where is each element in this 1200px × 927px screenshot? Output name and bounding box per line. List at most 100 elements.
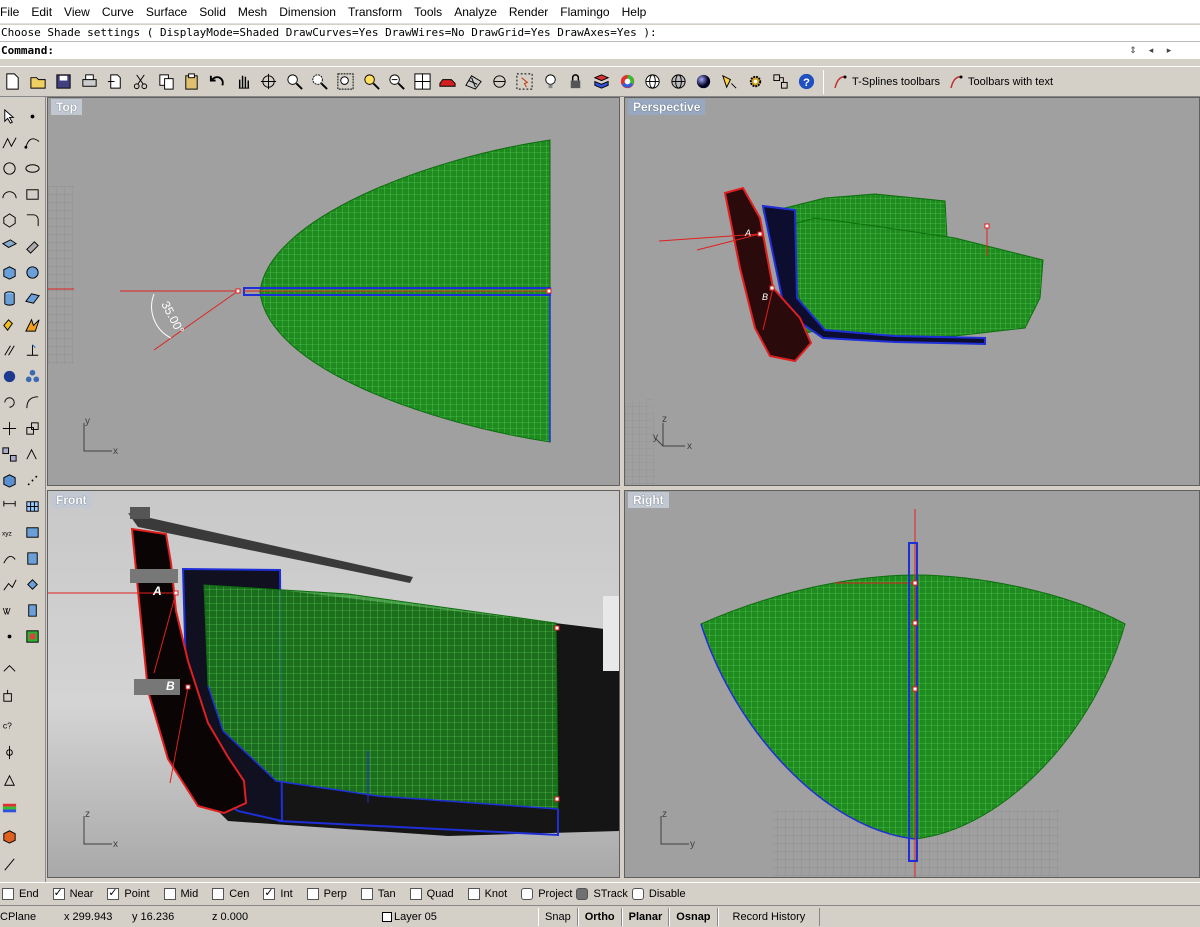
- osnap-strack[interactable]: STrack: [576, 887, 628, 900]
- toolbars-with-text-button[interactable]: Toolbars with text: [944, 70, 1057, 94]
- osnap-near[interactable]: Near: [52, 886, 93, 900]
- undo-icon[interactable]: [207, 71, 228, 92]
- properties-icon[interactable]: [770, 71, 791, 92]
- fillet-curve-icon[interactable]: [23, 211, 41, 229]
- paste-icon[interactable]: [181, 71, 202, 92]
- pan-hand-icon[interactable]: [233, 71, 254, 92]
- control-point[interactable]: [546, 288, 552, 294]
- viewport-title-front[interactable]: Front: [51, 492, 92, 508]
- osnap-checkbox[interactable]: [521, 887, 534, 900]
- cage-edit-icon[interactable]: c?: [0, 715, 18, 733]
- osnap-quad[interactable]: Quad: [409, 887, 454, 900]
- control-point[interactable]: [912, 620, 918, 626]
- surface-grid-icon[interactable]: [23, 497, 41, 515]
- osnap-checkbox[interactable]: [576, 887, 589, 900]
- osnap-mid[interactable]: Mid: [163, 887, 198, 900]
- box-icon[interactable]: [0, 263, 18, 281]
- osnap-toggle[interactable]: Osnap: [669, 907, 718, 926]
- osnap-checkbox[interactable]: [263, 886, 276, 900]
- text-xyz-icon[interactable]: xyz: [0, 523, 18, 541]
- osnap-project[interactable]: Project: [521, 887, 572, 900]
- help-icon[interactable]: ?: [796, 71, 817, 92]
- menu-edit[interactable]: Edit: [25, 5, 58, 19]
- dimension-icon[interactable]: [0, 497, 18, 515]
- split-icon[interactable]: [0, 341, 18, 359]
- zebra-icon[interactable]: [0, 799, 18, 817]
- offset-icon[interactable]: [23, 601, 41, 619]
- extrude-icon[interactable]: [23, 237, 41, 255]
- viewport-title-perspective[interactable]: Perspective: [628, 99, 706, 115]
- mesh-grid-icon[interactable]: [463, 71, 484, 92]
- record-history-toggle[interactable]: Record History: [717, 907, 821, 926]
- osnap-checkbox[interactable]: [467, 887, 480, 900]
- ortho-toggle[interactable]: Ortho: [577, 907, 622, 926]
- viewport-perspective[interactable]: A B z y x Perspective: [624, 97, 1200, 486]
- scroll-left-icon[interactable]: ◂: [1142, 42, 1160, 58]
- osnap-perp[interactable]: Perp: [306, 887, 347, 900]
- osnap-end[interactable]: End: [2, 887, 39, 900]
- light-bulb-icon[interactable]: [540, 71, 561, 92]
- cut-icon[interactable]: [130, 71, 151, 92]
- menu-transform[interactable]: Transform: [342, 5, 408, 19]
- layer-color-icon[interactable]: [591, 71, 612, 92]
- select-arrow-icon[interactable]: [0, 107, 18, 125]
- explode-icon[interactable]: [23, 315, 41, 333]
- control-point[interactable]: [554, 625, 560, 631]
- control-points-icon[interactable]: [23, 575, 41, 593]
- osnap-point[interactable]: Point: [107, 886, 150, 900]
- zoom-extents-all-icon[interactable]: [386, 71, 407, 92]
- ellipse-icon[interactable]: [23, 159, 41, 177]
- control-point[interactable]: [235, 288, 241, 294]
- object-snap-icon[interactable]: [489, 71, 510, 92]
- cplane-label[interactable]: CPlane: [0, 908, 60, 926]
- zoom-extents-icon[interactable]: [335, 71, 356, 92]
- osnap-checkbox[interactable]: [631, 887, 644, 900]
- slash-icon[interactable]: [0, 855, 18, 873]
- point-icon[interactable]: [23, 107, 41, 125]
- osnap-tan[interactable]: Tan: [360, 887, 396, 900]
- curve-icon[interactable]: [23, 133, 41, 151]
- shaded-sphere-icon[interactable]: [668, 71, 689, 92]
- render-cube-icon[interactable]: [0, 827, 18, 845]
- cylinder-icon[interactable]: [0, 289, 18, 307]
- move-icon[interactable]: [0, 419, 18, 437]
- car-render-icon[interactable]: [437, 71, 458, 92]
- osnap-checkbox[interactable]: [163, 887, 176, 900]
- osnap-knot[interactable]: Knot: [467, 887, 507, 900]
- polygon-icon[interactable]: [0, 211, 18, 229]
- menu-help[interactable]: Help: [616, 5, 653, 19]
- flow-icon[interactable]: [0, 743, 18, 761]
- control-point[interactable]: [912, 686, 918, 692]
- rendered-sphere-icon[interactable]: [693, 71, 714, 92]
- sphere-blue-icon[interactable]: [0, 367, 18, 385]
- analysis-icon[interactable]: [0, 575, 18, 593]
- dots-icon[interactable]: [23, 471, 41, 489]
- menu-tools[interactable]: Tools: [408, 5, 448, 19]
- rotate-view-icon[interactable]: [258, 71, 279, 92]
- cube-solid-icon[interactable]: [0, 471, 18, 489]
- osnap-checkbox[interactable]: [107, 886, 120, 900]
- control-point[interactable]: [173, 590, 179, 596]
- loft-icon[interactable]: [23, 549, 41, 567]
- hull-surface[interactable]: [700, 574, 1126, 840]
- menu-file[interactable]: File: [0, 5, 25, 19]
- osnap-disable[interactable]: Disable: [631, 887, 686, 900]
- menu-solid[interactable]: Solid: [193, 5, 232, 19]
- group-icon[interactable]: [0, 687, 18, 705]
- osnap-checkbox[interactable]: [52, 886, 65, 900]
- hull-surface[interactable]: [779, 217, 1044, 339]
- menu-surface[interactable]: Surface: [140, 5, 193, 19]
- zoom-window-icon[interactable]: [309, 71, 330, 92]
- light-spot-icon[interactable]: [719, 71, 740, 92]
- copy-icon[interactable]: [156, 71, 177, 92]
- zoom-selected-icon[interactable]: [361, 71, 382, 92]
- join-icon[interactable]: [0, 659, 18, 677]
- scale-icon[interactable]: [23, 393, 41, 411]
- print-icon[interactable]: [79, 71, 100, 92]
- save-icon[interactable]: [53, 71, 74, 92]
- osnap-int[interactable]: Int: [263, 886, 293, 900]
- color-swatch-icon[interactable]: [23, 627, 41, 645]
- control-point[interactable]: [769, 285, 775, 291]
- osnap-checkbox[interactable]: [409, 887, 422, 900]
- panel-icon[interactable]: [23, 523, 41, 541]
